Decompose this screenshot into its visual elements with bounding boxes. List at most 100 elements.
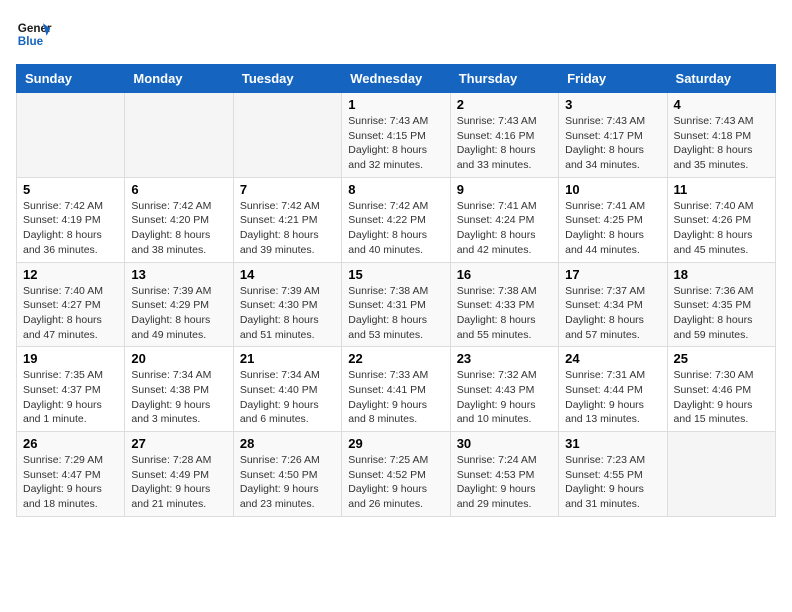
day-number: 26 [23, 436, 118, 451]
day-number: 18 [674, 267, 769, 282]
calendar-cell: 19 Sunrise: 7:35 AM Sunset: 4:37 PM Dayli… [17, 347, 125, 432]
calendar-week-2: 5 Sunrise: 7:42 AM Sunset: 4:19 PM Daylig… [17, 177, 776, 262]
calendar-cell: 16 Sunrise: 7:38 AM Sunset: 4:33 PM Dayli… [450, 262, 558, 347]
day-number: 27 [131, 436, 226, 451]
day-number: 29 [348, 436, 443, 451]
day-info: Sunrise: 7:31 AM Sunset: 4:44 PM Dayligh… [565, 368, 660, 427]
day-number: 24 [565, 351, 660, 366]
calendar-cell: 5 Sunrise: 7:42 AM Sunset: 4:19 PM Daylig… [17, 177, 125, 262]
day-number: 19 [23, 351, 118, 366]
day-info: Sunrise: 7:39 AM Sunset: 4:30 PM Dayligh… [240, 284, 335, 343]
day-info: Sunrise: 7:42 AM Sunset: 4:20 PM Dayligh… [131, 199, 226, 258]
day-info: Sunrise: 7:43 AM Sunset: 4:15 PM Dayligh… [348, 114, 443, 173]
day-number: 15 [348, 267, 443, 282]
weekday-header-saturday: Saturday [667, 65, 775, 93]
calendar-cell: 4 Sunrise: 7:43 AM Sunset: 4:18 PM Daylig… [667, 93, 775, 178]
day-number: 9 [457, 182, 552, 197]
day-number: 8 [348, 182, 443, 197]
day-info: Sunrise: 7:42 AM Sunset: 4:22 PM Dayligh… [348, 199, 443, 258]
calendar-cell: 13 Sunrise: 7:39 AM Sunset: 4:29 PM Dayli… [125, 262, 233, 347]
day-info: Sunrise: 7:28 AM Sunset: 4:49 PM Dayligh… [131, 453, 226, 512]
calendar-cell: 28 Sunrise: 7:26 AM Sunset: 4:50 PM Dayli… [233, 432, 341, 517]
day-number: 30 [457, 436, 552, 451]
day-info: Sunrise: 7:35 AM Sunset: 4:37 PM Dayligh… [23, 368, 118, 427]
weekday-header-sunday: Sunday [17, 65, 125, 93]
calendar-cell: 6 Sunrise: 7:42 AM Sunset: 4:20 PM Daylig… [125, 177, 233, 262]
calendar-cell: 20Sunrise: 7:34 AM Sunset: 4:38 PM Dayli… [125, 347, 233, 432]
calendar-cell: 23 Sunrise: 7:32 AM Sunset: 4:43 PM Dayli… [450, 347, 558, 432]
day-info: Sunrise: 7:43 AM Sunset: 4:18 PM Dayligh… [674, 114, 769, 173]
calendar-cell [233, 93, 341, 178]
logo-icon: General Blue [16, 16, 52, 52]
day-number: 16 [457, 267, 552, 282]
calendar-week-3: 12 Sunrise: 7:40 AM Sunset: 4:27 PM Dayli… [17, 262, 776, 347]
calendar-cell: 26 Sunrise: 7:29 AM Sunset: 4:47 PM Dayli… [17, 432, 125, 517]
day-number: 5 [23, 182, 118, 197]
day-info: Sunrise: 7:24 AM Sunset: 4:53 PM Dayligh… [457, 453, 552, 512]
day-number: 6 [131, 182, 226, 197]
calendar-cell: 15 Sunrise: 7:38 AM Sunset: 4:31 PM Dayli… [342, 262, 450, 347]
day-info: Sunrise: 7:25 AM Sunset: 4:52 PM Dayligh… [348, 453, 443, 512]
calendar-week-1: 1 Sunrise: 7:43 AM Sunset: 4:15 PM Daylig… [17, 93, 776, 178]
day-info: Sunrise: 7:38 AM Sunset: 4:31 PM Dayligh… [348, 284, 443, 343]
calendar-cell: 31 Sunrise: 7:23 AM Sunset: 4:55 PM Dayli… [559, 432, 667, 517]
day-info: Sunrise: 7:34 AM Sunset: 4:40 PM Dayligh… [240, 368, 335, 427]
calendar-cell: 3 Sunrise: 7:43 AM Sunset: 4:17 PM Daylig… [559, 93, 667, 178]
day-number: 3 [565, 97, 660, 112]
day-info: Sunrise: 7:39 AM Sunset: 4:29 PM Dayligh… [131, 284, 226, 343]
day-info: Sunrise: 7:29 AM Sunset: 4:47 PM Dayligh… [23, 453, 118, 512]
weekday-header-tuesday: Tuesday [233, 65, 341, 93]
calendar-cell: 27 Sunrise: 7:28 AM Sunset: 4:49 PM Dayli… [125, 432, 233, 517]
day-info: Sunrise: 7:32 AM Sunset: 4:43 PM Dayligh… [457, 368, 552, 427]
calendar-cell: 25Sunrise: 7:30 AM Sunset: 4:46 PM Dayli… [667, 347, 775, 432]
day-number: 22 [348, 351, 443, 366]
calendar-cell: 1 Sunrise: 7:43 AM Sunset: 4:15 PM Daylig… [342, 93, 450, 178]
day-info: Sunrise: 7:42 AM Sunset: 4:21 PM Dayligh… [240, 199, 335, 258]
calendar-cell: 24 Sunrise: 7:31 AM Sunset: 4:44 PM Dayli… [559, 347, 667, 432]
day-info: Sunrise: 7:36 AM Sunset: 4:35 PM Dayligh… [674, 284, 769, 343]
svg-text:Blue: Blue [18, 35, 44, 48]
day-info: Sunrise: 7:23 AM Sunset: 4:55 PM Dayligh… [565, 453, 660, 512]
day-number: 4 [674, 97, 769, 112]
calendar-cell: 11Sunrise: 7:40 AM Sunset: 4:26 PM Dayli… [667, 177, 775, 262]
weekday-header-row: SundayMondayTuesdayWednesdayThursdayFrid… [17, 65, 776, 93]
day-number: 13 [131, 267, 226, 282]
calendar-cell [667, 432, 775, 517]
day-number: 25 [674, 351, 769, 366]
day-info: Sunrise: 7:41 AM Sunset: 4:25 PM Dayligh… [565, 199, 660, 258]
logo: General Blue [16, 16, 52, 52]
day-number: 2 [457, 97, 552, 112]
weekday-header-monday: Monday [125, 65, 233, 93]
day-number: 12 [23, 267, 118, 282]
calendar-cell: 29 Sunrise: 7:25 AM Sunset: 4:52 PM Dayli… [342, 432, 450, 517]
calendar-cell: 2 Sunrise: 7:43 AM Sunset: 4:16 PM Daylig… [450, 93, 558, 178]
calendar-week-4: 19 Sunrise: 7:35 AM Sunset: 4:37 PM Dayli… [17, 347, 776, 432]
day-info: Sunrise: 7:26 AM Sunset: 4:50 PM Dayligh… [240, 453, 335, 512]
day-info: Sunrise: 7:41 AM Sunset: 4:24 PM Dayligh… [457, 199, 552, 258]
day-info: Sunrise: 7:42 AM Sunset: 4:19 PM Dayligh… [23, 199, 118, 258]
page-header: General Blue [16, 16, 776, 52]
calendar-week-5: 26 Sunrise: 7:29 AM Sunset: 4:47 PM Dayli… [17, 432, 776, 517]
day-info: Sunrise: 7:40 AM Sunset: 4:27 PM Dayligh… [23, 284, 118, 343]
calendar-table: SundayMondayTuesdayWednesdayThursdayFrid… [16, 64, 776, 517]
day-info: Sunrise: 7:43 AM Sunset: 4:17 PM Dayligh… [565, 114, 660, 173]
day-info: Sunrise: 7:37 AM Sunset: 4:34 PM Dayligh… [565, 284, 660, 343]
day-number: 21 [240, 351, 335, 366]
calendar-cell: 12 Sunrise: 7:40 AM Sunset: 4:27 PM Dayli… [17, 262, 125, 347]
day-number: 23 [457, 351, 552, 366]
day-number: 1 [348, 97, 443, 112]
day-info: Sunrise: 7:43 AM Sunset: 4:16 PM Dayligh… [457, 114, 552, 173]
day-number: 31 [565, 436, 660, 451]
day-info: Sunrise: 7:33 AM Sunset: 4:41 PM Dayligh… [348, 368, 443, 427]
day-number: 28 [240, 436, 335, 451]
calendar-cell: 14Sunrise: 7:39 AM Sunset: 4:30 PM Dayli… [233, 262, 341, 347]
calendar-cell [125, 93, 233, 178]
calendar-cell: 10Sunrise: 7:41 AM Sunset: 4:25 PM Dayli… [559, 177, 667, 262]
day-info: Sunrise: 7:38 AM Sunset: 4:33 PM Dayligh… [457, 284, 552, 343]
calendar-cell: 8 Sunrise: 7:42 AM Sunset: 4:22 PM Daylig… [342, 177, 450, 262]
weekday-header-friday: Friday [559, 65, 667, 93]
day-info: Sunrise: 7:34 AM Sunset: 4:38 PM Dayligh… [131, 368, 226, 427]
calendar-cell: 7Sunrise: 7:42 AM Sunset: 4:21 PM Daylig… [233, 177, 341, 262]
calendar-cell: 30 Sunrise: 7:24 AM Sunset: 4:53 PM Dayli… [450, 432, 558, 517]
calendar-cell: 22 Sunrise: 7:33 AM Sunset: 4:41 PM Dayli… [342, 347, 450, 432]
